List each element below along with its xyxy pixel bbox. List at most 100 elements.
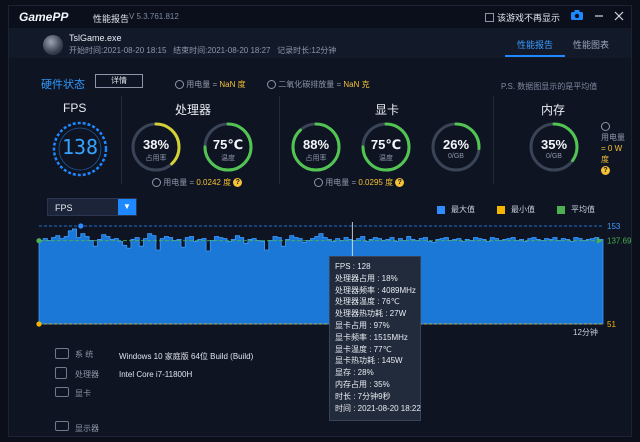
memory-usage-gauge: 35% 0/GB: [527, 120, 581, 174]
gpu-power-icon: [314, 178, 323, 188]
session-times: 开始时间:2021-08-20 18:15 结束时间:2021-08-20 18…: [69, 45, 336, 56]
memory-power-label: 用电量: [601, 133, 625, 142]
tooltip-row: 时长 : 7分钟9秒: [335, 391, 391, 401]
gpu-temp-gauge: 75℃ 温度: [359, 120, 413, 174]
max-marker: [78, 223, 84, 229]
co2-note-value: NaN 克: [343, 80, 370, 89]
memory-usage-value: 35%: [540, 137, 568, 152]
display-icon: [55, 421, 69, 431]
gpu-vram-label: 0/GB: [448, 153, 464, 160]
gpu-usage-value: 88%: [302, 137, 330, 152]
ps-note: P.S. 数据图显示的是平均值: [501, 82, 598, 91]
duration-value: 12分钟: [311, 46, 337, 55]
legend-min-swatch: [497, 205, 505, 214]
end-time: 2021-08-20 18:27: [207, 46, 271, 55]
system-monitor-icon: [55, 348, 69, 359]
minimize-button[interactable]: [591, 9, 607, 25]
tooltip-row: 时间 : 2021-08-20 18:22: [335, 403, 421, 413]
tooltip-row: 显卡占用 : 97%: [335, 320, 390, 330]
display-label: 显示器: [75, 424, 99, 433]
gpu-vram-gauge: 26% 0/GB: [429, 120, 483, 174]
cpu-power-label: 用电量 =: [163, 178, 195, 187]
memory-power-icon: [601, 122, 610, 132]
version-label: V 5.3.761.812: [129, 12, 179, 21]
tooltip-row: FPS : 128: [335, 262, 371, 271]
memory-power-value: = 0 W: [601, 144, 623, 153]
details-button[interactable]: 详情: [95, 74, 143, 88]
no-show-label: 该游戏不再显示: [497, 13, 561, 23]
system-info: 系 统 Windows 10 家庭版 64位 Build (Build) 处理器…: [9, 341, 631, 436]
gpu-vram-value: 26%: [442, 137, 470, 152]
no-show-checkbox[interactable]: [485, 13, 494, 22]
screenshot-camera-icon[interactable]: [569, 9, 585, 25]
system-label: 系 统: [75, 350, 94, 359]
x-axis-end-label: 12分钟: [573, 327, 598, 337]
memory-usage-label: 0/GB: [546, 153, 562, 160]
titlebar: GamePP 性能报告 V 5.3.761.812 该游戏不再显示: [9, 6, 631, 28]
cpu-usage-gauge: 38% 占用率: [129, 120, 183, 174]
memory-power-help-icon[interactable]: ?: [601, 166, 610, 176]
legend-avg: 平均值: [557, 204, 595, 215]
legend-min: 最小值: [497, 204, 535, 215]
tooltip-row: 处理器热功耗 : 27W: [335, 309, 407, 319]
fps-chart[interactable]: 153 137.69 51 12分钟: [9, 216, 632, 341]
game-exe-name: TslGame.exe: [69, 33, 122, 43]
tooltip-row: 处理器温度 : 76℃: [335, 297, 400, 307]
gpu-power-label: 用电量 =: [325, 178, 357, 187]
cpu-label: 处理器: [75, 370, 99, 379]
min-marker: [36, 321, 42, 327]
separator: [121, 96, 122, 184]
power-note-label: 用电量 =: [186, 80, 218, 89]
system-value: Windows 10 家庭版 64位 Build (Build): [119, 352, 254, 361]
legend-avg-label: 平均值: [571, 205, 595, 214]
max-value-label: 153: [607, 222, 621, 231]
chart-tooltip: FPS : 128 处理器占用 : 18% 处理器频率 : 4089MHz 处理器温度…: [329, 256, 421, 421]
separator: [279, 96, 280, 184]
chevron-down-icon[interactable]: ▼: [118, 199, 136, 215]
legend-max: 最大值: [437, 204, 475, 215]
session-info-bar: TslGame.exe 开始时间:2021-08-20 18:15 结束时间:2…: [9, 28, 631, 58]
active-tab-underline: [505, 55, 565, 57]
gpu-usage-label: 占用率: [305, 155, 327, 162]
gamepp-window: GamePP 性能报告 V 5.3.761.812 该游戏不再显示 TslGam…: [8, 5, 632, 437]
min-value-label: 51: [607, 320, 616, 329]
cpu-title: 处理器: [175, 103, 212, 117]
duration-label: 记录时长:: [277, 46, 312, 55]
separator: [493, 96, 494, 184]
tooltip-row: 处理器占用 : 18%: [335, 273, 398, 283]
metric-select-value: FPS: [55, 203, 73, 213]
metric-select[interactable]: FPS ▼: [47, 198, 137, 216]
start-label: 开始时间:: [69, 46, 104, 55]
memory-title: 内存: [541, 103, 566, 117]
start-time: 2021-08-20 18:15: [103, 46, 167, 55]
memory-power-unit: 度: [601, 155, 609, 164]
no-show-toggle[interactable]: 该游戏不再显示: [485, 11, 560, 24]
cpu-usage-label: 占用率: [145, 155, 167, 162]
game-avatar: [43, 35, 63, 55]
legend-max-swatch: [437, 205, 445, 214]
tab-performance-report[interactable]: 性能报告: [505, 38, 565, 51]
fps-area-series: [38, 228, 604, 325]
cpu-temp-gauge: 75℃ 温度: [201, 120, 255, 174]
memory-power: 用电量 = 0 W 度 ?: [601, 121, 629, 176]
tooltip-row: 显卡热功耗 : 145W: [335, 356, 403, 366]
avg-value-label: 137.69: [607, 237, 632, 246]
tab-performance-chart[interactable]: 性能图表: [561, 38, 621, 51]
cpu-value: Intel Core i7-11800H: [119, 370, 193, 379]
close-icon: [614, 11, 624, 21]
gpu-temp-label: 温度: [379, 155, 393, 162]
close-button[interactable]: [611, 9, 627, 25]
window-title: 性能报告: [93, 14, 130, 24]
gpu-power-help-icon[interactable]: ?: [395, 178, 405, 188]
cpu-power-help-icon[interactable]: ?: [233, 178, 243, 188]
gpu-usage-gauge: 88% 占用率: [289, 120, 343, 174]
gpu-power-value: 0.0295 度: [358, 178, 394, 187]
co2-icon: [267, 80, 276, 90]
end-label: 结束时间:: [173, 46, 208, 55]
hardware-status-title: 硬件状态: [41, 79, 85, 91]
legend-min-label: 最小值: [511, 205, 535, 214]
fps-value: 138: [61, 135, 99, 159]
co2-note: 二氧化碳排放量 = NaN 克: [267, 79, 370, 90]
avg-marker: [36, 238, 42, 244]
gpu-label: 显卡: [75, 389, 91, 398]
